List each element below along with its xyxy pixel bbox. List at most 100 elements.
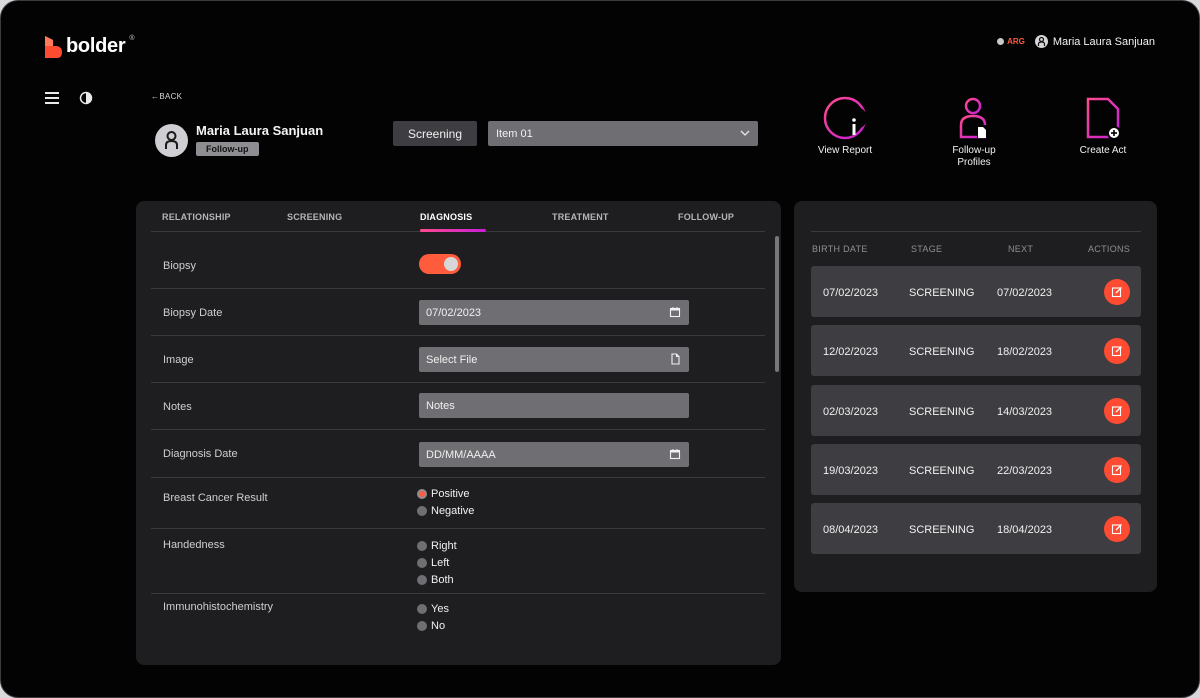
contrast-icon[interactable] (78, 90, 94, 106)
history-panel: BIRTH DATE STAGE NEXT ACTIONS 07/02/2023… (794, 201, 1157, 592)
edit-button[interactable] (1104, 516, 1130, 542)
edit-button[interactable] (1104, 279, 1130, 305)
calendar-icon[interactable] (669, 306, 681, 318)
radio-dot-selected (417, 488, 427, 499)
radio-right[interactable]: Right (417, 537, 457, 554)
radio-label: Both (431, 573, 454, 586)
tab-screening[interactable]: SCREENING (287, 212, 342, 222)
diagnosis-form: Biopsy Biopsy Date 07/02/2023 Image Sele… (151, 232, 765, 654)
cell-stage: SCREENING (909, 287, 975, 299)
radio-label: Yes (431, 602, 449, 615)
user-menu[interactable]: Maria Laura Sanjuan (1034, 35, 1155, 48)
tab-relationship[interactable]: RELATIONSHIP (162, 212, 231, 222)
cell-stage: SCREENING (909, 346, 975, 358)
radio-dot (417, 505, 427, 516)
user-document-icon (959, 97, 987, 139)
form-row-image: Image Select File (151, 336, 765, 383)
cell-stage: SCREENING (909, 524, 975, 536)
table-row[interactable]: 19/03/2023 SCREENING 22/03/2023 (811, 444, 1141, 495)
cell-next: 07/02/2023 (997, 287, 1053, 299)
diagnosis-panel: RELATIONSHIP SCREENING DIAGNOSIS TREATME… (136, 201, 781, 665)
diagnosis-date-placeholder: DD/MM/AAAA (426, 448, 496, 461)
view-report-button[interactable]: View Report (800, 95, 890, 156)
table-row[interactable]: 02/03/2023 SCREENING 14/03/2023 (811, 385, 1141, 436)
biopsy-label: Biopsy (163, 260, 197, 272)
immunohistochemistry-label: Immunohistochemistry (163, 601, 274, 613)
notes-placeholder: Notes (426, 399, 455, 412)
cell-next: 22/03/2023 (997, 465, 1053, 477)
cell-next: 18/02/2023 (997, 346, 1053, 358)
region-selector[interactable]: ARG (997, 37, 1025, 46)
radio-label: Positive (431, 487, 470, 500)
table-row[interactable]: 07/02/2023 SCREENING 07/02/2023 (811, 266, 1141, 317)
radio-dot (417, 620, 427, 631)
radio-label: Right (431, 539, 457, 552)
item-select-value: Item 01 (496, 127, 533, 140)
radio-negative[interactable]: Negative (417, 502, 474, 519)
biopsy-date-field[interactable]: 07/02/2023 (419, 300, 689, 325)
tab-bar: RELATIONSHIP SCREENING DIAGNOSIS TREATME… (151, 201, 765, 232)
edit-button[interactable] (1104, 338, 1130, 364)
info-circle-icon (823, 96, 867, 140)
user-icon (1034, 35, 1048, 48)
notes-label: Notes (163, 401, 192, 413)
add-document-icon (1086, 97, 1121, 140)
edit-icon (1111, 346, 1122, 357)
immunohistochemistry-radio-group: Yes No (417, 600, 449, 634)
cell-next: 18/04/2023 (997, 524, 1053, 536)
screening-button[interactable]: Screening (393, 121, 477, 146)
breast-cancer-result-label: Breast Cancer Result (163, 492, 268, 504)
cell-birth-date: 02/03/2023 (823, 406, 879, 418)
cell-stage: SCREENING (909, 406, 975, 418)
scrollbar-thumb[interactable] (775, 236, 779, 372)
item-select[interactable]: Item 01 (488, 121, 758, 146)
radio-no[interactable]: No (417, 617, 449, 634)
follow-up-profiles-button[interactable]: Follow-up Profiles (929, 95, 1019, 169)
handedness-label: Handedness (163, 539, 225, 551)
table-row[interactable]: 08/04/2023 SCREENING 18/04/2023 (811, 503, 1141, 554)
breast-cancer-result-radio-group: Positive Negative (417, 485, 474, 519)
status-badge: Follow-up (196, 142, 259, 156)
form-row-handedness: Handedness Right Left Both (151, 529, 765, 594)
app-frame: bolder ® ARG Maria Laura Sanjuan ←BACK M… (0, 0, 1200, 698)
back-link[interactable]: ←BACK (151, 92, 182, 101)
tab-treatment[interactable]: TREATMENT (552, 212, 609, 222)
radio-left[interactable]: Left (417, 554, 457, 571)
create-act-label: Create Act (1079, 145, 1127, 156)
radio-label: Left (431, 556, 450, 569)
radio-label: Negative (431, 504, 475, 517)
hamburger-menu-icon[interactable] (44, 90, 60, 106)
table-row[interactable]: 12/02/2023 SCREENING 18/02/2023 (811, 325, 1141, 376)
tab-follow-up[interactable]: FOLLOW-UP (678, 212, 734, 222)
biopsy-date-value: 07/02/2023 (426, 306, 482, 319)
radio-dot (417, 557, 427, 568)
region-dot-icon (997, 38, 1005, 45)
calendar-icon[interactable] (669, 448, 681, 460)
cell-birth-date: 08/04/2023 (823, 524, 879, 536)
toggle-knob (444, 257, 458, 271)
tab-diagnosis[interactable]: DIAGNOSIS (420, 212, 472, 222)
column-header-stage: STAGE (911, 244, 943, 254)
radio-yes[interactable]: Yes (417, 600, 449, 617)
logo-mark-icon (44, 35, 62, 58)
diagnosis-date-field[interactable]: DD/MM/AAAA (419, 442, 689, 467)
radio-dot (417, 540, 427, 551)
radio-both[interactable]: Both (417, 571, 457, 588)
edit-button[interactable] (1104, 398, 1130, 424)
region-label: ARG (1007, 37, 1025, 46)
biopsy-toggle[interactable] (419, 254, 461, 274)
column-header-actions: ACTIONS (1088, 244, 1131, 254)
notes-field[interactable]: Notes (419, 393, 689, 418)
form-row-immunohistochemistry: Immunohistochemistry Yes No (151, 594, 765, 654)
file-icon[interactable] (669, 353, 681, 365)
bolder-logo[interactable]: bolder ® (44, 35, 135, 58)
radio-positive[interactable]: Positive (417, 485, 474, 502)
image-file-picker[interactable]: Select File (419, 347, 689, 372)
form-row-notes: Notes Notes (151, 383, 765, 430)
create-act-button[interactable]: Create Act (1058, 95, 1148, 156)
back-label: BACK (159, 92, 183, 101)
edit-button[interactable] (1104, 457, 1130, 483)
column-header-next: NEXT (1008, 244, 1034, 254)
form-row-biopsy-date: Biopsy Date 07/02/2023 (151, 289, 765, 336)
form-row-biopsy: Biopsy (151, 232, 765, 289)
